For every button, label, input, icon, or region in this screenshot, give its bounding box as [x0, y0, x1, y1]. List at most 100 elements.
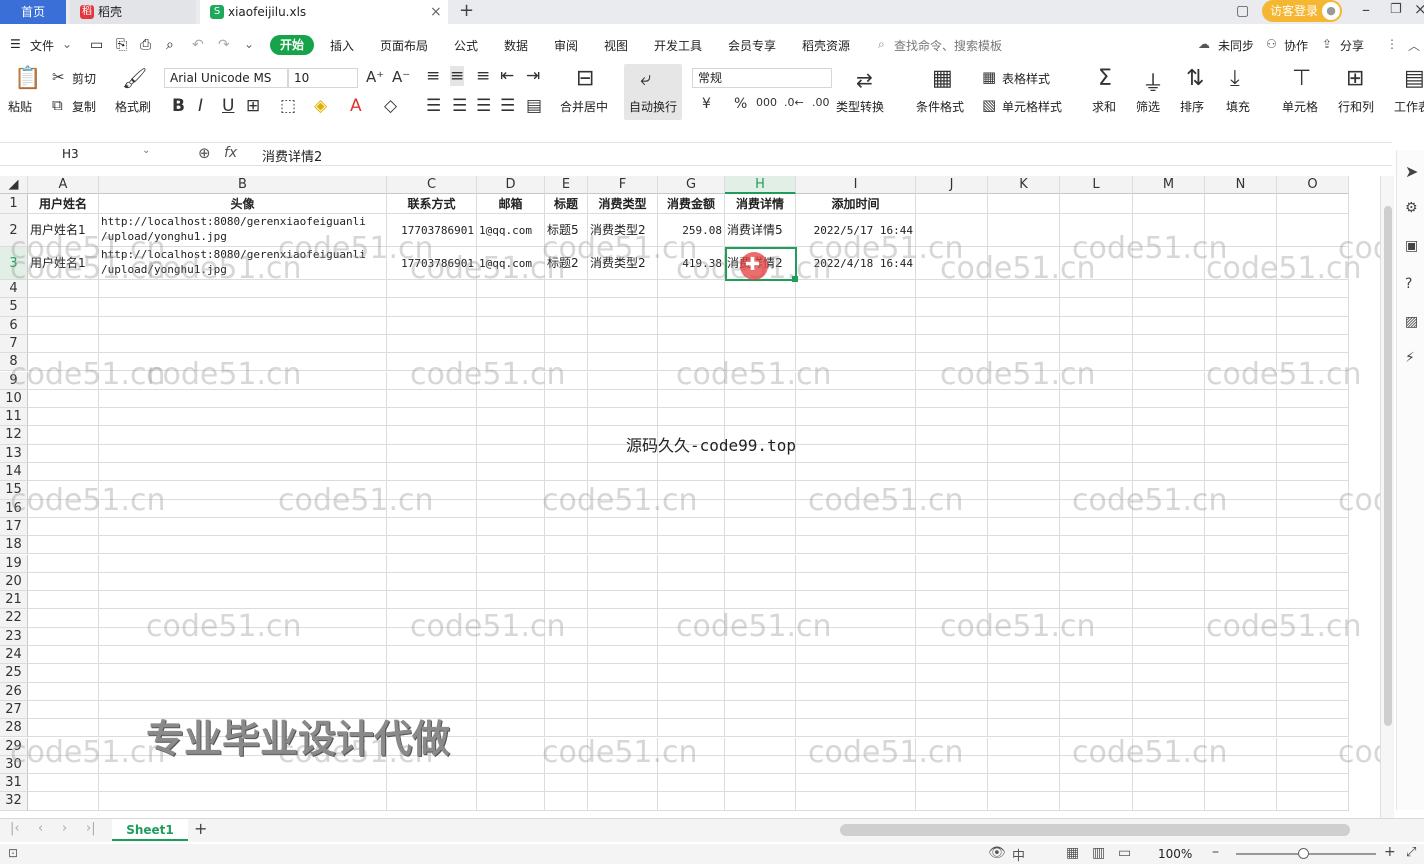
- grid-cell[interactable]: [1133, 426, 1205, 445]
- sheet-tab-sheet1[interactable]: Sheet1: [112, 819, 188, 841]
- column-header-N[interactable]: N: [1205, 176, 1277, 194]
- grid-cell[interactable]: [796, 463, 916, 482]
- row-header-12[interactable]: 12: [0, 426, 28, 445]
- grid-cell[interactable]: [1133, 408, 1205, 427]
- grid-cell[interactable]: [658, 316, 725, 335]
- grid-cell[interactable]: [99, 408, 387, 427]
- row-header-11[interactable]: 11: [0, 408, 28, 427]
- grid-cell[interactable]: [387, 389, 477, 409]
- grid-cell[interactable]: [99, 316, 387, 335]
- sort-button[interactable]: 排序: [1180, 98, 1204, 115]
- grid-cell[interactable]: [99, 389, 387, 409]
- grid-cell[interactable]: [796, 316, 916, 335]
- menu-data[interactable]: 数据: [504, 37, 528, 54]
- grid-cell[interactable]: [988, 444, 1060, 463]
- grid-cell[interactable]: [1277, 194, 1349, 214]
- align-middle-icon[interactable]: ≡: [450, 66, 465, 86]
- grid-cell[interactable]: [545, 646, 588, 665]
- table-header-cell[interactable]: 消费详情: [725, 194, 796, 214]
- align-center-icon[interactable]: ☰: [452, 96, 467, 116]
- grid-cell[interactable]: [588, 646, 658, 665]
- table-style-button[interactable]: 表格样式: [1002, 70, 1050, 87]
- minimize-icon[interactable]: –: [1362, 0, 1370, 19]
- grid-cell[interactable]: [988, 463, 1060, 482]
- grid-cell[interactable]: [387, 554, 477, 573]
- grid-cell[interactable]: [588, 298, 658, 317]
- menu-formula[interactable]: 公式: [454, 37, 478, 54]
- grid-cell[interactable]: [477, 591, 545, 610]
- grid-cell[interactable]: [1277, 444, 1349, 463]
- row-header-24[interactable]: 24: [0, 646, 28, 665]
- grid-cell[interactable]: [387, 682, 477, 701]
- column-header-L[interactable]: L: [1060, 176, 1133, 194]
- grid-cell[interactable]: [796, 646, 916, 665]
- grid-cell[interactable]: [725, 316, 796, 335]
- grid-cell[interactable]: [1133, 627, 1205, 646]
- grid-cell[interactable]: [1277, 316, 1349, 335]
- fill-color-icon[interactable]: ◈: [314, 96, 327, 116]
- export-pdf-icon[interactable]: ⎘: [116, 37, 127, 53]
- grid-cell[interactable]: [28, 609, 99, 628]
- row-header-1[interactable]: 1: [0, 194, 28, 214]
- grid-cell[interactable]: [1060, 463, 1133, 482]
- collapse-ribbon-icon[interactable]: ︿: [1408, 37, 1420, 54]
- grid-cell[interactable]: [387, 463, 477, 482]
- grid-cell[interactable]: [1205, 316, 1277, 335]
- grid-cell[interactable]: [988, 194, 1060, 214]
- table-header-cell[interactable]: 联系方式: [387, 194, 477, 214]
- grid-cell[interactable]: [477, 444, 545, 463]
- grid-cell[interactable]: [545, 334, 588, 354]
- cell-style-button[interactable]: 单元格样式: [1002, 98, 1062, 115]
- grid-cell[interactable]: [545, 572, 588, 592]
- number-format-select[interactable]: 常规: [692, 68, 832, 88]
- font-color-icon[interactable]: A: [350, 96, 362, 116]
- grid-cell[interactable]: [477, 316, 545, 335]
- grid-cell[interactable]: [545, 517, 588, 537]
- grid-cell[interactable]: [545, 700, 588, 720]
- grid-cell[interactable]: [916, 792, 988, 811]
- grid-cell[interactable]: [1205, 194, 1277, 214]
- last-sheet-icon[interactable]: ›|: [86, 821, 96, 836]
- save-icon[interactable]: ▭: [90, 37, 103, 53]
- grid-cell[interactable]: [1205, 426, 1277, 445]
- menu-review[interactable]: 审阅: [554, 37, 578, 54]
- column-header-O[interactable]: O: [1277, 176, 1349, 194]
- grid-cell[interactable]: [387, 444, 477, 463]
- menu-developer[interactable]: 开发工具: [654, 37, 702, 54]
- grid-cell[interactable]: [1133, 280, 1205, 299]
- row-header-32[interactable]: 32: [0, 792, 28, 811]
- grid-cell[interactable]: [28, 774, 99, 793]
- grid-cell[interactable]: [658, 774, 725, 793]
- grid-cell[interactable]: [988, 737, 1060, 756]
- thousands-icon[interactable]: 000: [756, 96, 777, 109]
- prev-sheet-icon[interactable]: ‹: [38, 821, 43, 836]
- grid-cell[interactable]: [1133, 371, 1205, 390]
- grid-cell[interactable]: [28, 627, 99, 646]
- table-header-cell[interactable]: 标题: [545, 194, 588, 214]
- grid-cell[interactable]: [1133, 664, 1205, 683]
- grid-cell[interactable]: [1060, 682, 1133, 701]
- grid-cell[interactable]: [658, 646, 725, 665]
- grid-cell[interactable]: [796, 774, 916, 793]
- grid-cell[interactable]: [1060, 517, 1133, 537]
- grid-cell[interactable]: [725, 774, 796, 793]
- paste-icon[interactable]: 📋: [14, 66, 41, 91]
- row-header-14[interactable]: 14: [0, 463, 28, 482]
- grid-cell[interactable]: [658, 572, 725, 592]
- grid-cell[interactable]: [1133, 316, 1205, 335]
- grid-cell[interactable]: [658, 408, 725, 427]
- fill-pattern-icon[interactable]: ⬚: [280, 96, 296, 116]
- grid-cell[interactable]: [1060, 316, 1133, 335]
- column-header-E[interactable]: E: [545, 176, 588, 194]
- tab-file[interactable]: S xiaofeijilu.xls ×: [200, 0, 448, 24]
- grid-cell[interactable]: [658, 298, 725, 317]
- grid-cell[interactable]: [477, 426, 545, 445]
- row-header-21[interactable]: 21: [0, 591, 28, 610]
- grid-cell[interactable]: [1277, 334, 1349, 354]
- grid-cell[interactable]: [1277, 408, 1349, 427]
- grid-cell[interactable]: [796, 554, 916, 573]
- row-header-20[interactable]: 20: [0, 572, 28, 592]
- grid-cell[interactable]: [725, 682, 796, 701]
- row-header-22[interactable]: 22: [0, 609, 28, 628]
- grid-cell[interactable]: [477, 664, 545, 683]
